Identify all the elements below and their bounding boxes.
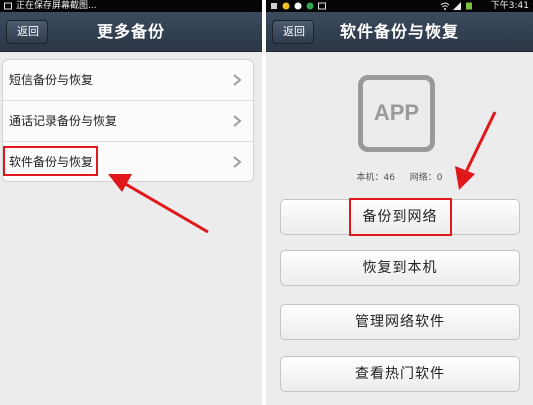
menu-item-label: 短信备份与恢复 <box>9 73 94 87</box>
qq-icon <box>294 2 302 10</box>
chevron-right-icon <box>233 115 242 127</box>
back-button[interactable]: 返回 <box>6 20 48 44</box>
status-time: 下午3:41 <box>490 1 529 11</box>
chevron-right-icon <box>233 74 242 86</box>
local-count: 本机：46 <box>356 173 395 183</box>
battery-icon <box>466 2 472 10</box>
title-bar: 更多备份 返回 <box>0 12 262 52</box>
left-screen: 正在保存屏幕截图... 更多备份 返回 短信备份与恢复 通话记录备份与恢复 软件… <box>0 0 262 405</box>
restore-to-local-button[interactable]: 恢复到本机 <box>280 250 520 286</box>
status-bar: 正在保存屏幕截图... <box>0 0 262 12</box>
chevron-right-icon <box>233 156 242 168</box>
highlight-box <box>349 198 452 236</box>
highlight-box <box>3 146 98 176</box>
right-screen: 下午3:41 软件备份与恢复 返回 APP 本机：46 网络：0 备份到网络 恢… <box>266 0 533 405</box>
screenshot-icon <box>4 2 12 10</box>
status-bar: 下午3:41 <box>266 0 533 12</box>
back-button[interactable]: 返回 <box>272 20 314 44</box>
view-popular-software-button[interactable]: 查看热门软件 <box>280 356 520 392</box>
network-count: 网络：0 <box>409 173 443 183</box>
security-icon <box>306 2 314 10</box>
screenshot-icon <box>318 2 326 10</box>
title-bar: 软件备份与恢复 返回 <box>266 12 533 52</box>
annotation-arrow-icon <box>108 174 209 234</box>
app-notification-icon <box>282 2 290 10</box>
notification-icon <box>271 3 277 9</box>
annotation-arrow-icon <box>455 111 497 190</box>
menu-item-call-log-backup[interactable]: 通话记录备份与恢复 <box>3 101 253 142</box>
wifi-icon <box>441 2 449 10</box>
menu-item-label: 通话记录备份与恢复 <box>9 114 118 128</box>
menu-item-sms-backup[interactable]: 短信备份与恢复 <box>3 60 253 101</box>
app-placeholder-icon: APP <box>358 75 435 152</box>
manage-network-software-button[interactable]: 管理网络软件 <box>280 304 520 340</box>
status-text: 正在保存屏幕截图... <box>16 1 97 11</box>
signal-icon <box>453 2 461 10</box>
